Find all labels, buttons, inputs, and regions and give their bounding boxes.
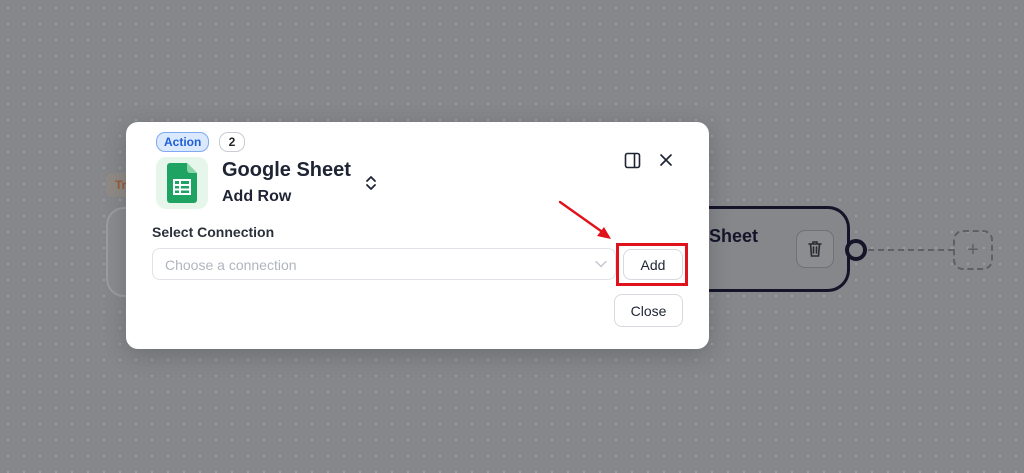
chevron-up-down-icon[interactable] <box>363 174 379 192</box>
connection-select[interactable]: Choose a connection <box>152 248 616 280</box>
node-output-port <box>845 239 867 261</box>
trigger-tag-label: Tr <box>115 178 127 192</box>
action-name: Add Row <box>222 188 292 205</box>
step-config-dialog: Action 2 Google Sheet Add Row Select Con… <box>126 122 709 349</box>
delete-node-button <box>796 230 834 268</box>
add-step-button: + <box>953 230 993 270</box>
annotation-arrow-icon <box>558 200 611 239</box>
connector-line <box>868 249 954 251</box>
google-sheets-icon <box>167 163 197 203</box>
trash-icon <box>808 241 822 257</box>
side-panel-icon[interactable] <box>624 152 641 169</box>
plus-icon: + <box>967 239 979 261</box>
add-connection-button[interactable]: Add <box>623 249 683 280</box>
connection-field-label: Select Connection <box>152 224 275 240</box>
connection-select-placeholder: Choose a connection <box>165 257 297 273</box>
app-icon-container <box>156 157 208 209</box>
action-node-title: Sheet <box>709 226 759 246</box>
step-type-badge: Action <box>156 132 210 152</box>
chevron-down-icon <box>595 260 607 268</box>
step-number-badge: 2 <box>219 132 245 152</box>
app-name: Google Sheet <box>222 159 351 181</box>
close-icon[interactable] <box>658 152 674 168</box>
close-button[interactable]: Close <box>614 294 683 327</box>
